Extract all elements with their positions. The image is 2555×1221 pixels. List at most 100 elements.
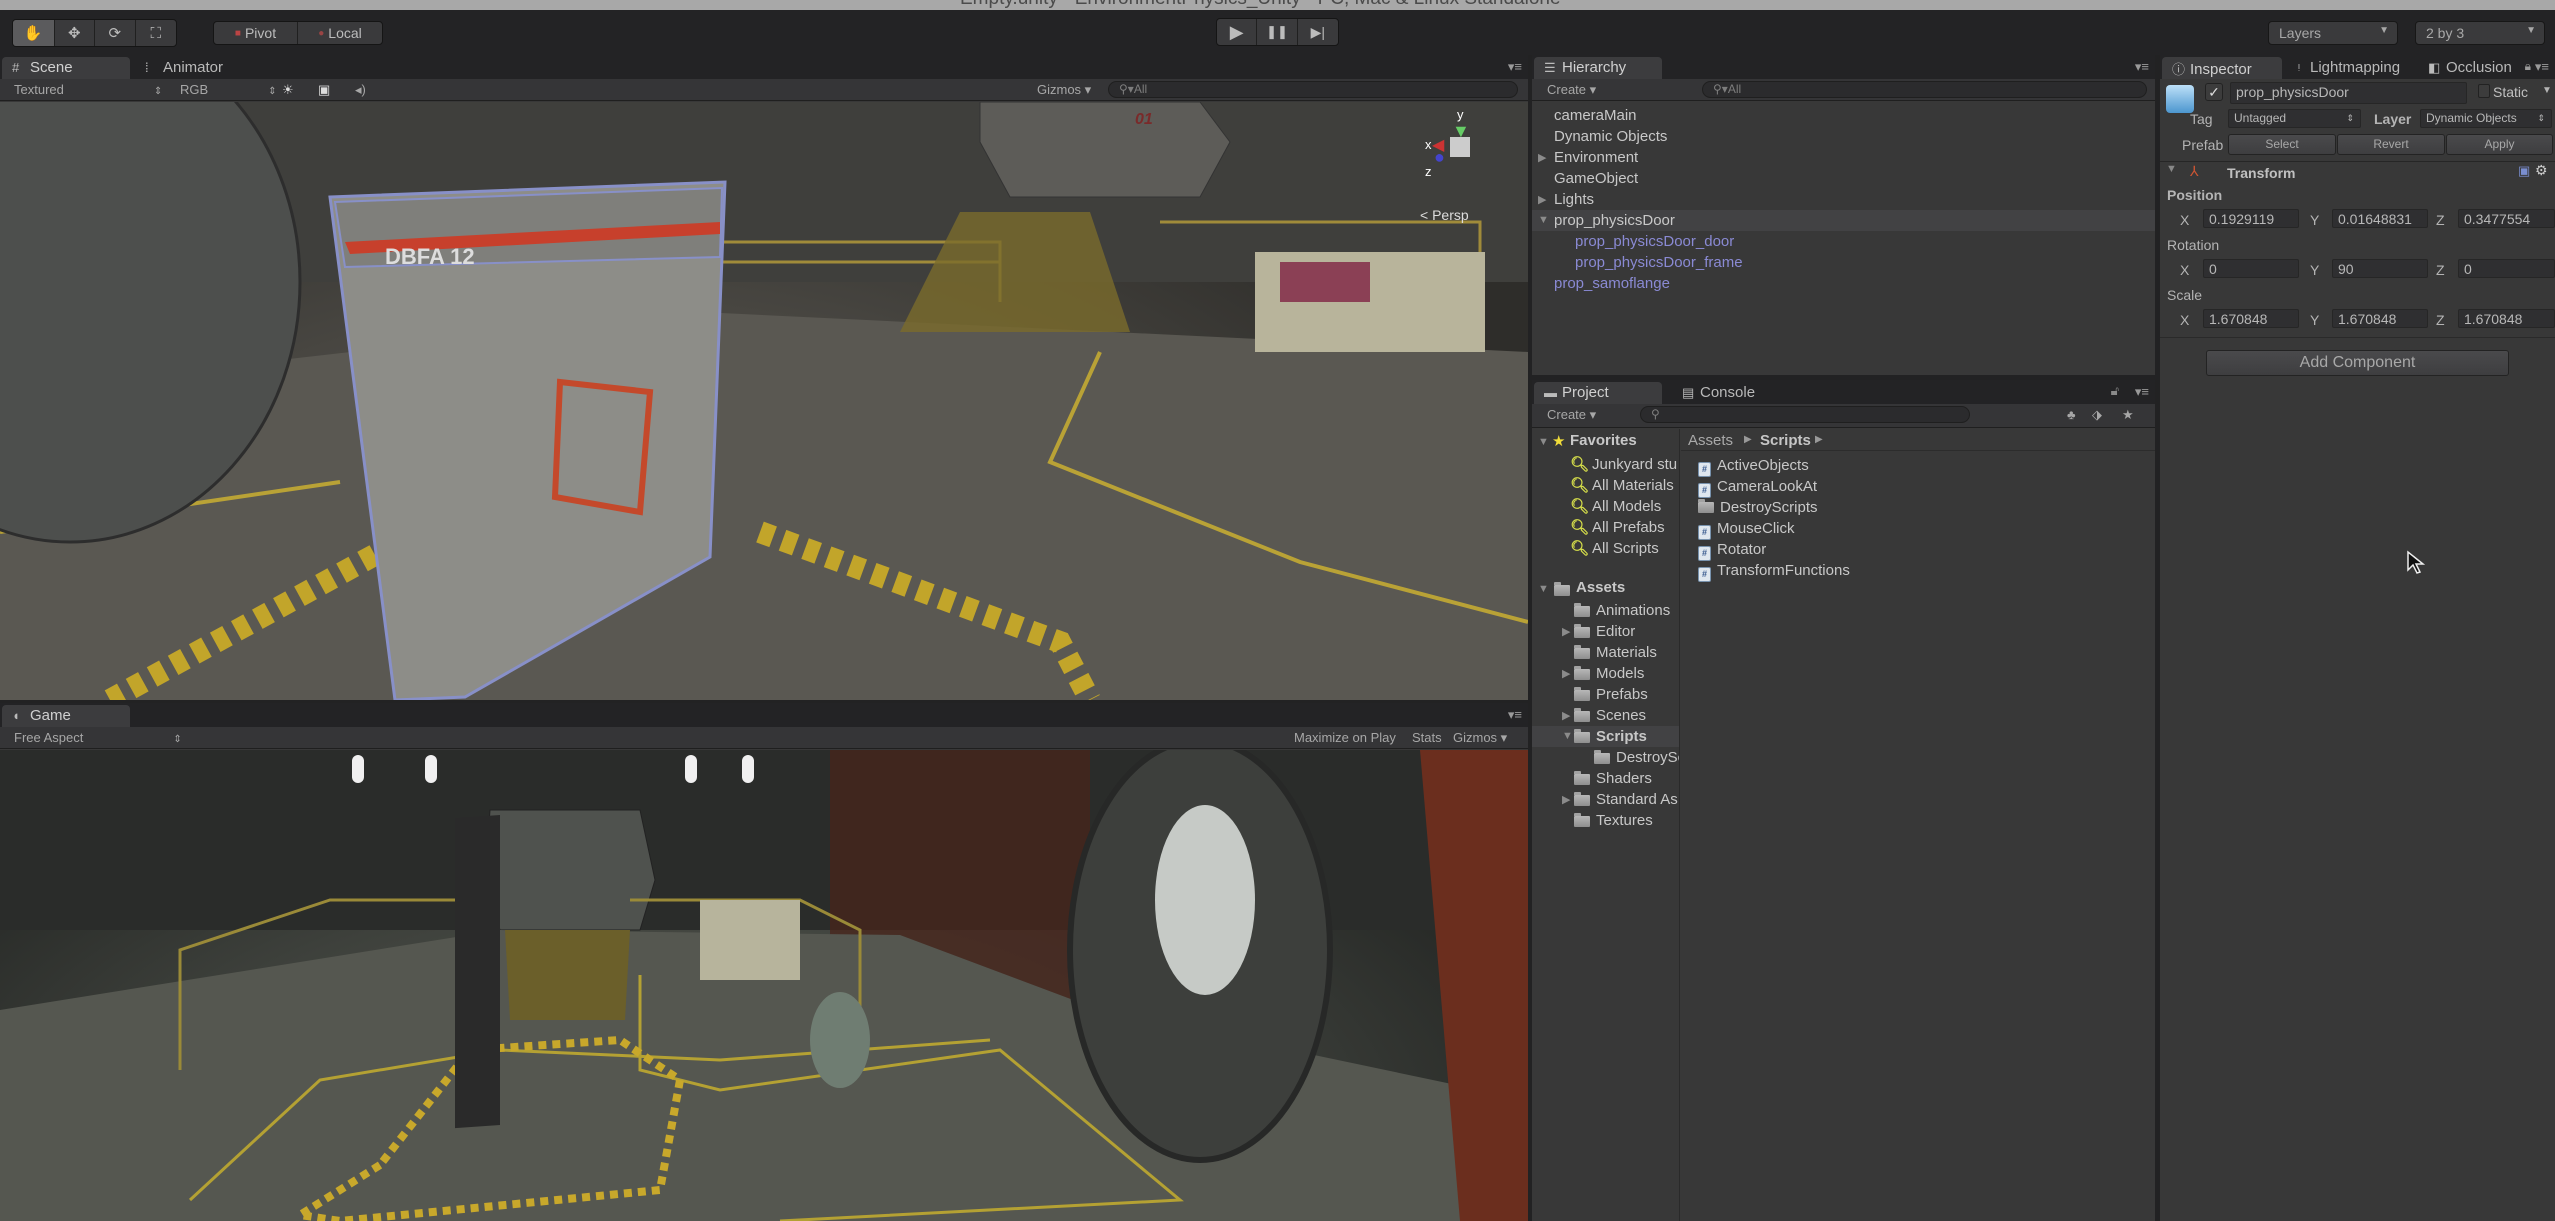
lock-icon[interactable]: 🔒︎ [2525, 59, 2531, 74]
tab-hierarchy[interactable]: ☰ Hierarchy [1534, 57, 1662, 79]
layer-dropdown[interactable]: Dynamic Objects ⇕ [2420, 109, 2552, 128]
panel-menu-icon[interactable]: ▾≡ [1508, 59, 1522, 75]
hand-tool-button[interactable]: ✋ [13, 20, 55, 46]
aspect-dropdown[interactable]: Free Aspect ⇕ [14, 730, 182, 745]
prefab-revert-button[interactable]: Revert [2337, 134, 2445, 155]
expand-triangle-icon[interactable]: ▶ [1562, 667, 1570, 680]
game-viewport[interactable] [0, 750, 1528, 1221]
breadcrumb-assets[interactable]: Assets [1688, 432, 1733, 449]
scale-x-field[interactable]: 1.670848 [2203, 309, 2299, 328]
favorite-star-icon[interactable]: ★ [2122, 407, 2134, 423]
project-create-dropdown[interactable]: Create ▾ [1547, 407, 1596, 423]
expand-triangle-icon[interactable]: ▶ [1538, 151, 1546, 164]
static-dropdown-icon[interactable]: ▼ [2542, 85, 2552, 96]
tab-lightmapping[interactable]: ᵎ Lightmapping [2288, 57, 2410, 79]
prefab-apply-button[interactable]: Apply [2446, 134, 2553, 155]
project-file-item[interactable]: # MouseClick [1681, 518, 2155, 540]
color-mode-dropdown[interactable]: RGB ⇕ [180, 82, 277, 97]
layers-dropdown[interactable]: Layers ▼ [2268, 21, 2398, 45]
hierarchy-create-dropdown[interactable]: Create ▾ [1547, 82, 1596, 98]
rotate-tool-button[interactable]: ⟳ [95, 20, 136, 46]
local-button[interactable]: ● Local [298, 22, 382, 44]
hierarchy-item[interactable]: prop_physicsDoor_door [1532, 231, 2155, 252]
breadcrumb-scripts[interactable]: Scripts [1760, 432, 1811, 449]
project-file-item[interactable]: # TransformFunctions [1681, 560, 2155, 582]
scale-z-field[interactable]: 1.670848 [2458, 309, 2555, 328]
panel-menu-icon[interactable]: ▾≡ [2135, 384, 2149, 400]
hierarchy-item[interactable]: Dynamic Objects [1532, 126, 2155, 147]
hierarchy-search-input[interactable]: ⚲▾All [1702, 81, 2147, 98]
scene-search-input[interactable]: ⚲▾All [1108, 81, 1518, 98]
asset-folder-item[interactable]: ▶ Standard As [1532, 789, 1679, 810]
rotation-x-field[interactable]: 0 [2203, 259, 2299, 278]
project-file-item[interactable]: DestroyScripts [1681, 497, 2155, 518]
project-file-item[interactable]: # ActiveObjects [1681, 455, 2155, 477]
render-mode-dropdown[interactable]: Textured ⇕ [14, 82, 162, 97]
perspective-label[interactable]: < Persp [1420, 207, 1469, 223]
tab-console[interactable]: ▤ Console [1672, 382, 1765, 404]
position-x-field[interactable]: 0.1929119 [2203, 209, 2299, 228]
tab-project[interactable]: ▬ Project [1534, 382, 1662, 404]
expand-triangle-icon[interactable]: ▶ [1562, 793, 1570, 806]
expand-triangle-icon[interactable]: ▶ [1562, 709, 1570, 722]
filter-by-label-icon[interactable]: ⬗ [2092, 407, 2102, 423]
panel-menu-icon[interactable]: ▾≡ [2135, 59, 2149, 75]
favorite-item[interactable]: 🔍︎ All Materials [1532, 474, 1679, 495]
project-file-item[interactable]: # Rotator [1681, 539, 2155, 561]
position-z-field[interactable]: 0.3477554 [2458, 209, 2555, 228]
scene-gizmos-dropdown[interactable]: Gizmos ▾ [1037, 82, 1091, 98]
filter-by-type-icon[interactable]: ♣ [2067, 407, 2076, 422]
help-icon[interactable]: ▣ [2518, 163, 2530, 179]
audio-toggle[interactable]: ◂) [355, 82, 366, 98]
game-gizmos-toggle[interactable]: Gizmos ▾ [1453, 730, 1507, 746]
asset-folder-item[interactable]: Textures [1532, 810, 1679, 831]
pause-button[interactable]: ❚❚ [1257, 19, 1298, 45]
collapse-triangle-icon[interactable]: ▼ [1562, 730, 1573, 742]
favorite-item[interactable]: 🔍︎ Junkyard stu [1532, 453, 1679, 474]
asset-folder-item[interactable]: Prefabs [1532, 684, 1679, 705]
lock-icon[interactable]: 🔓︎ [2111, 383, 2119, 399]
position-y-field[interactable]: 0.01648831 [2332, 209, 2428, 228]
expand-triangle-icon[interactable]: ▶ [1562, 625, 1570, 638]
assets-header[interactable]: ▼ Assets [1532, 579, 1679, 600]
active-checkbox[interactable]: ✓ [2205, 83, 2223, 101]
transform-foldout-icon[interactable]: ▼ [2166, 163, 2177, 175]
tab-occlusion[interactable]: ◧ Occlusion [2418, 57, 2522, 79]
step-button[interactable]: ▶| [1298, 19, 1338, 45]
tag-dropdown[interactable]: Untagged ⇕ [2228, 109, 2361, 128]
panel-menu-icon[interactable]: ▾≡ [1508, 707, 1522, 723]
scale-tool-button[interactable]: ⛶ [136, 20, 177, 46]
lighting-toggle[interactable]: ☀ [282, 82, 294, 98]
scene-viewport[interactable]: DBFA 12 01 y ▼ x ◀ z ● < Persp [0, 102, 1528, 700]
favorite-item[interactable]: 🔍︎ All Prefabs [1532, 516, 1679, 537]
hierarchy-item[interactable]: prop_samoflange [1532, 273, 2155, 294]
asset-folder-item[interactable]: ▼ Scripts [1532, 726, 1679, 747]
hierarchy-item[interactable]: ▶ Environment [1532, 147, 2155, 168]
maximize-on-play-toggle[interactable]: Maximize on Play [1294, 730, 1396, 745]
rotation-z-field[interactable]: 0 [2458, 259, 2555, 278]
project-search-input[interactable]: ⚲ [1640, 406, 1970, 423]
panel-menu-icon[interactable]: ▾≡ [2535, 59, 2549, 75]
asset-folder-item[interactable]: DestroySc [1532, 747, 1679, 768]
rotation-y-field[interactable]: 90 [2332, 259, 2428, 278]
collapse-triangle-icon[interactable]: ▼ [1538, 214, 1549, 226]
tab-game[interactable]: ◖ Game [2, 705, 130, 727]
pivot-button[interactable]: ■ Pivot [214, 22, 298, 44]
favorites-header[interactable]: ▼ ★ Favorites [1532, 432, 1679, 453]
project-file-item[interactable]: # CameraLookAt [1681, 476, 2155, 498]
tab-inspector[interactable]: ⓘ Inspector [2162, 57, 2282, 79]
hierarchy-item[interactable]: cameraMain [1532, 105, 2155, 126]
asset-folder-item[interactable]: Materials [1532, 642, 1679, 663]
layout-dropdown[interactable]: 2 by 3 ▼ [2415, 21, 2545, 45]
gear-icon[interactable]: ⚙ [2535, 162, 2548, 179]
asset-folder-item[interactable]: ▶ Editor [1532, 621, 1679, 642]
hierarchy-item[interactable]: GameObject [1532, 168, 2155, 189]
favorite-item[interactable]: 🔍︎ All Scripts [1532, 537, 1679, 558]
effects-toggle[interactable]: ▣ [318, 82, 330, 98]
object-name-input[interactable]: prop_physicsDoor [2230, 82, 2467, 104]
move-tool-button[interactable]: ✥ [55, 20, 95, 46]
scene-orientation-gizmo[interactable]: y ▼ x ◀ z ● [1420, 107, 1520, 197]
play-button[interactable]: ▶ [1217, 19, 1258, 45]
prefab-select-button[interactable]: Select [2228, 134, 2336, 155]
favorite-item[interactable]: 🔍︎ All Models [1532, 495, 1679, 516]
